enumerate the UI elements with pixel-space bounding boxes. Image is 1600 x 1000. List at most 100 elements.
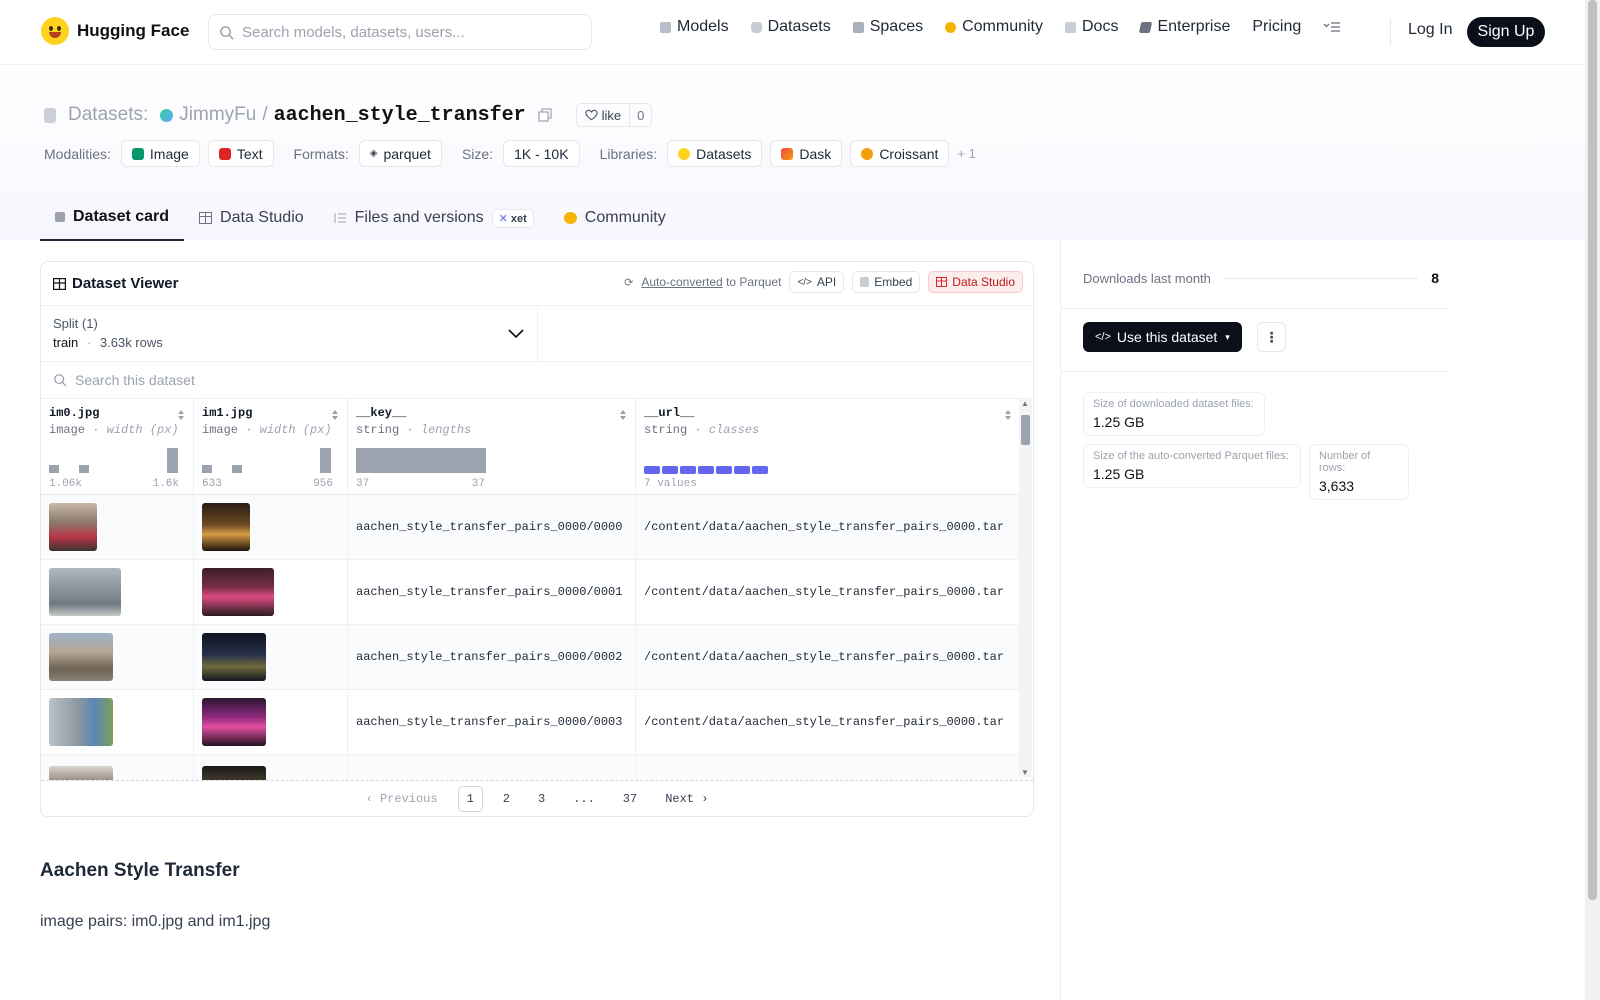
like-button[interactable]: like 0 — [575, 103, 653, 127]
im0-cell[interactable] — [41, 495, 194, 559]
class-segment[interactable] — [716, 466, 732, 474]
repo-name[interactable]: aachen_style_transfer — [274, 104, 526, 127]
im0-cell[interactable] — [41, 560, 194, 624]
histogram-bar[interactable] — [49, 465, 59, 473]
signup-button[interactable]: Sign Up — [1467, 17, 1545, 47]
key-cell[interactable]: aachen_style_transfer_pairs_0000/0001 — [348, 560, 636, 624]
class-segment[interactable] — [644, 466, 660, 474]
tag-datasets-lib[interactable]: Datasets — [667, 140, 763, 167]
url-cell[interactable]: /content/data/aachen_style_transfer_pair… — [636, 495, 1021, 559]
more-tags[interactable]: + 1 — [957, 146, 975, 161]
histogram-bar[interactable] — [320, 448, 331, 473]
histogram-bar[interactable] — [167, 448, 178, 473]
tag-size[interactable]: 1K - 10K — [503, 140, 580, 167]
search-input[interactable] — [242, 23, 572, 41]
image-thumbnail[interactable] — [202, 503, 250, 551]
im1-cell[interactable] — [194, 560, 348, 624]
im0-cell[interactable] — [41, 625, 194, 689]
tag-croissant[interactable]: Croissant — [850, 140, 950, 167]
previous-page-button[interactable]: ‹ Previous — [358, 787, 446, 811]
table-row[interactable]: aachen_style_transfer_pairs_0000/0001 /c… — [41, 560, 1021, 625]
table-row[interactable]: aachen_style_transfer_pairs_0000/0003 /c… — [41, 690, 1021, 755]
sort-icon[interactable] — [1004, 409, 1012, 421]
histogram-bar[interactable] — [202, 465, 212, 473]
scrollbar-thumb[interactable] — [1021, 415, 1030, 445]
table-scrollbar[interactable]: ▲ ▼ — [1019, 399, 1032, 777]
column-header-key[interactable]: __key__ string · lengths 37 37 — [348, 399, 636, 494]
im1-cell[interactable] — [194, 495, 348, 559]
column-header-im1[interactable]: im1.jpg image · width (px) 633 956 — [194, 399, 348, 494]
nav-pricing[interactable]: Pricing — [1252, 18, 1301, 36]
histogram-bar[interactable] — [79, 465, 89, 473]
class-segment[interactable] — [698, 466, 714, 474]
nav-enterprise[interactable]: Enterprise — [1139, 18, 1230, 36]
global-search[interactable] — [208, 14, 592, 50]
owner-avatar[interactable] — [160, 108, 174, 122]
tab-dataset-card[interactable]: Dataset card — [40, 195, 185, 241]
split-selector[interactable]: Split (1) train · 3.63k rows — [41, 306, 538, 362]
tag-dask[interactable]: Dask — [770, 140, 843, 167]
key-cell[interactable]: aachen_style_transfer_pairs_0000/0002 — [348, 625, 636, 689]
use-dataset-button[interactable]: </> Use this dataset ▾ — [1083, 322, 1242, 352]
page-1-button[interactable]: 1 — [457, 785, 483, 812]
image-thumbnail[interactable] — [49, 633, 113, 681]
url-cell[interactable]: /content/data/aachen_style_transfer_pair… — [636, 690, 1021, 754]
nav-docs[interactable]: Docs — [1065, 18, 1118, 36]
url-cell[interactable]: /content/data/aachen_style_transfer_pair… — [636, 560, 1021, 624]
im1-cell[interactable] — [194, 690, 348, 754]
page-2-button[interactable]: 2 — [495, 787, 518, 811]
repo-owner[interactable]: JimmyFu — [179, 104, 256, 126]
histogram-bar[interactable] — [232, 465, 242, 473]
key-cell[interactable]: aachen_style_transfer_pairs_0000/0000 — [348, 495, 636, 559]
page-scrollbar-thumb[interactable] — [1588, 0, 1597, 900]
api-button[interactable]: </> API — [789, 271, 845, 293]
class-segment[interactable] — [662, 466, 678, 474]
image-thumbnail[interactable] — [202, 698, 266, 746]
tab-community[interactable]: Community — [549, 195, 681, 241]
nav-spaces[interactable]: Spaces — [852, 18, 923, 36]
page-3-button[interactable]: 3 — [530, 787, 553, 811]
class-segment[interactable] — [680, 466, 696, 474]
tab-files[interactable]: Files and versions ✕ xet — [319, 195, 549, 241]
sort-icon[interactable] — [177, 409, 185, 421]
nav-models[interactable]: Models — [660, 18, 729, 36]
auto-converted-link[interactable]: Auto-converted to Parquet — [641, 275, 781, 289]
tag-image[interactable]: Image — [120, 140, 200, 167]
nav-more[interactable] — [1323, 21, 1341, 33]
tag-text[interactable]: Text — [207, 140, 274, 167]
class-segment[interactable] — [734, 466, 750, 474]
data-studio-button[interactable]: Data Studio — [928, 271, 1023, 293]
key-cell[interactable]: aachen_style_transfer_pairs_0000/0003 — [348, 690, 636, 754]
sort-icon[interactable] — [619, 409, 627, 421]
image-thumbnail[interactable] — [202, 568, 274, 616]
image-thumbnail[interactable] — [49, 698, 113, 746]
im0-cell[interactable] — [41, 690, 194, 754]
embed-button[interactable]: Embed — [852, 271, 921, 293]
logo[interactable]: Hugging Face — [41, 17, 189, 45]
nav-community[interactable]: Community — [945, 18, 1043, 36]
table-row[interactable]: aachen_style_transfer_pairs_0000/0000 /c… — [41, 495, 1021, 560]
table-row[interactable]: aachen_style_transfer_pairs_0000/0002 /c… — [41, 625, 1021, 690]
column-header-url[interactable]: __url__ string · classes 7 values — [636, 399, 1021, 494]
login-link[interactable]: Log In — [1408, 21, 1452, 39]
tag-parquet[interactable]: ◈ parquet — [358, 140, 442, 167]
histogram-bar[interactable] — [356, 448, 486, 473]
tab-data-studio[interactable]: Data Studio — [184, 195, 319, 241]
page-scrollbar[interactable] — [1585, 0, 1600, 1000]
im1-cell[interactable] — [194, 625, 348, 689]
copy-icon[interactable] — [538, 108, 552, 122]
image-thumbnail[interactable] — [202, 633, 266, 681]
url-cell[interactable]: /content/data/aachen_style_transfer_pair… — [636, 625, 1021, 689]
page-37-button[interactable]: 37 — [615, 787, 645, 811]
class-segment[interactable] — [752, 466, 768, 474]
image-thumbnail[interactable] — [49, 568, 121, 616]
image-thumbnail[interactable] — [49, 503, 97, 551]
nav-datasets[interactable]: Datasets — [750, 18, 831, 36]
repo-type-label[interactable]: Datasets: — [68, 104, 148, 126]
sort-icon[interactable] — [331, 409, 339, 421]
scroll-down-icon[interactable]: ▼ — [1021, 768, 1029, 777]
next-page-button[interactable]: Next › — [657, 787, 716, 811]
column-header-im0[interactable]: im0.jpg image · width (px) 1.06k 1.6k — [41, 399, 194, 494]
more-options-button[interactable]: ⋮ — [1257, 322, 1286, 352]
dataset-search[interactable]: Search this dataset — [41, 362, 1033, 399]
